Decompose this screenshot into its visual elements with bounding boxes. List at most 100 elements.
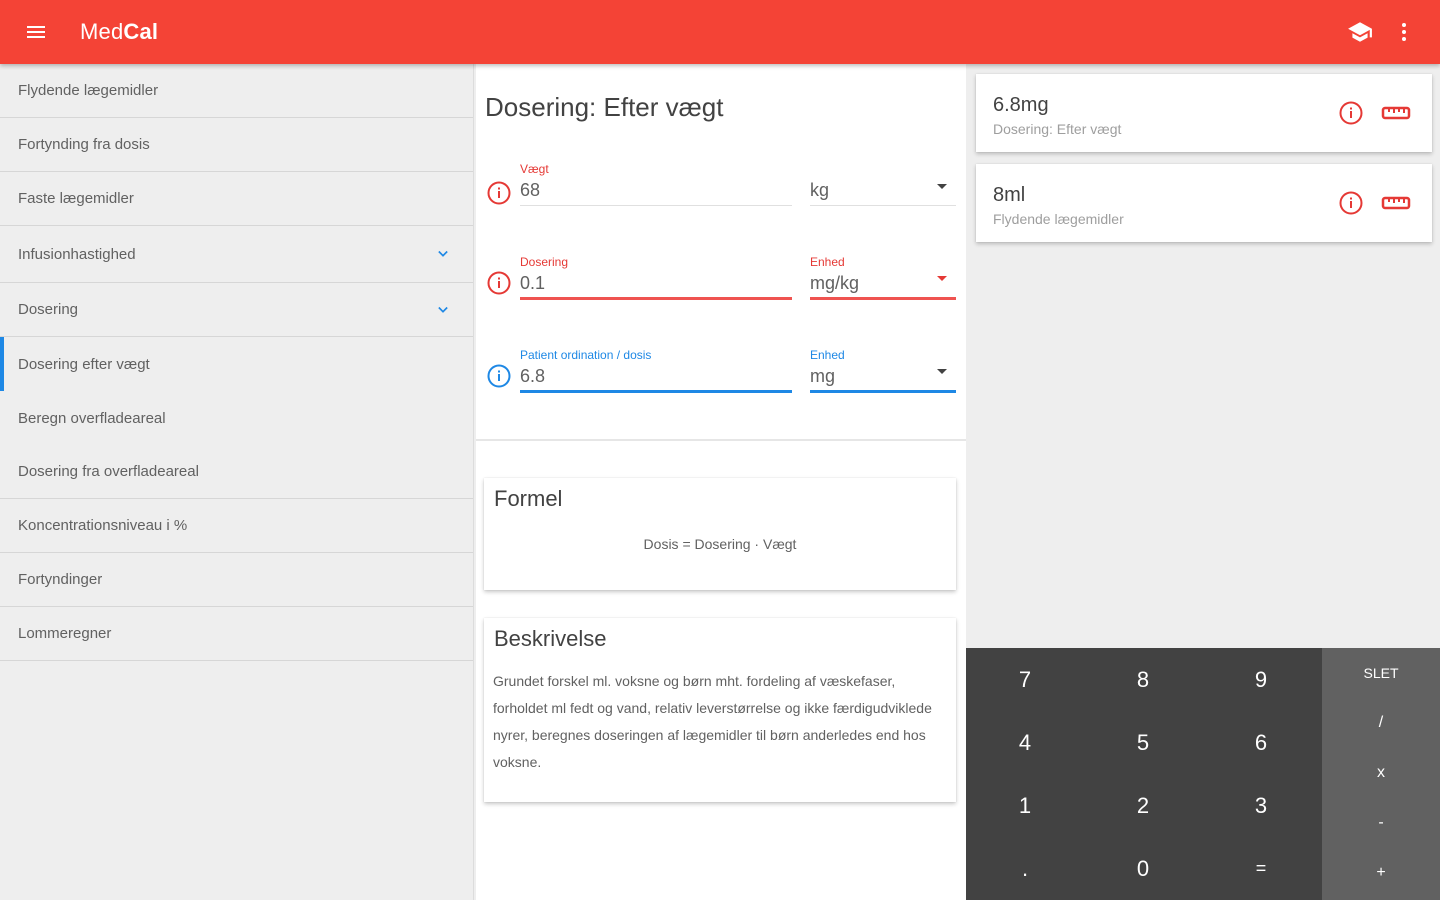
key-0[interactable]: 0 xyxy=(1084,837,1202,900)
sidebar-item-flydende-laegemidler[interactable]: Flydende lægemidler xyxy=(0,64,473,118)
result-unit-label: Enhed xyxy=(810,348,845,362)
key-9[interactable]: 9 xyxy=(1202,648,1320,711)
info-icon[interactable] xyxy=(486,270,512,296)
school-button[interactable] xyxy=(1338,10,1382,54)
ruler-icon[interactable] xyxy=(1381,194,1411,212)
key-equals[interactable]: = xyxy=(1202,837,1320,900)
keypad: 7 8 9 4 5 6 1 2 3 . 0 = SLET / x - + xyxy=(966,648,1440,900)
menu-icon xyxy=(27,26,45,38)
info-icon[interactable] xyxy=(1338,100,1364,126)
formula-title: Formel xyxy=(494,486,563,511)
info-icon[interactable] xyxy=(486,180,512,206)
result-subtitle: Dosering: Efter vægt xyxy=(993,121,1122,137)
key-2[interactable]: 2 xyxy=(1084,774,1202,837)
sidebar-item-label: Faste lægemidler xyxy=(18,190,134,207)
dosage-input[interactable]: 0.1 xyxy=(520,273,545,294)
sidebar-item-beregn-overfladeareal[interactable]: Beregn overfladeareal xyxy=(0,391,473,445)
result-card[interactable]: 6.8mg Dosering: Efter vægt xyxy=(976,74,1432,152)
app-title-bold: Cal xyxy=(123,19,159,44)
dropdown-arrow-icon[interactable] xyxy=(937,276,947,281)
sidebar-item-lommeregner[interactable]: Lommeregner xyxy=(0,607,473,661)
result-underline xyxy=(520,390,792,393)
description-title: Beskrivelse xyxy=(494,626,607,651)
dosage-unit-label: Enhed xyxy=(810,255,845,269)
dosage-unit-underline xyxy=(810,297,956,300)
key-6[interactable]: 6 xyxy=(1202,711,1320,774)
sidebar-item-koncentrationsniveau[interactable]: Koncentrationsniveau i % xyxy=(0,499,473,553)
sidebar-item-faste-laegemidler[interactable]: Faste lægemidler xyxy=(0,172,473,226)
sidebar-item-infusionhastighed[interactable]: Infusionhastighed xyxy=(0,226,473,283)
multiply-key[interactable]: x xyxy=(1322,748,1440,798)
sidebar-item-label: Fortynding fra dosis xyxy=(18,136,150,153)
sidebar-item-dosering-efter-vaegt[interactable]: Dosering efter vægt xyxy=(0,337,473,391)
description-card: Beskrivelse Grundet forskel ml. voksne o… xyxy=(484,618,956,802)
dosage-unit-select[interactable]: mg/kg xyxy=(810,273,859,294)
result-value: 6.8mg xyxy=(993,94,1049,116)
sidebar-item-label: Beregn overfladeareal xyxy=(18,409,166,427)
dosage-label: Dosering xyxy=(520,255,569,269)
key-3[interactable]: 3 xyxy=(1202,774,1320,837)
key-decimal[interactable]: . xyxy=(966,837,1084,900)
app-title: MedCal xyxy=(80,19,158,45)
key-7[interactable]: 7 xyxy=(966,648,1084,711)
menu-button[interactable] xyxy=(0,0,72,64)
chevron-down-icon xyxy=(438,250,448,257)
key-1[interactable]: 1 xyxy=(966,774,1084,837)
result-unit-select[interactable]: mg xyxy=(810,366,835,387)
sidebar-item-label: Infusionhastighed xyxy=(18,245,136,263)
info-icon[interactable] xyxy=(1338,190,1364,216)
weight-field-row: Vægt 68 kg xyxy=(484,158,956,218)
result-label: Patient ordination / dosis xyxy=(520,348,652,362)
sidebar-item-label: Flydende lægemidler xyxy=(18,82,159,99)
key-8[interactable]: 8 xyxy=(1084,648,1202,711)
chevron-down-icon xyxy=(438,306,448,313)
sidebar-item-dosering[interactable]: Dosering xyxy=(0,283,473,337)
formula-expression: Dosis = Dosering · Vægt xyxy=(643,536,797,552)
add-key[interactable]: + xyxy=(1322,848,1440,898)
page-title: Dosering: Efter vægt xyxy=(485,92,724,122)
divider xyxy=(476,439,966,441)
more-options-button[interactable] xyxy=(1382,10,1426,54)
sidebar-item-label: Dosering xyxy=(18,301,79,318)
info-icon[interactable] xyxy=(486,363,512,389)
sidebar-item-label: Lommeregner xyxy=(18,625,112,642)
weight-label: Vægt xyxy=(520,162,549,176)
result-unit-underline xyxy=(810,390,956,393)
delete-key[interactable]: SLET xyxy=(1322,648,1440,698)
formula-card: Formel Dosis = Dosering · Vægt xyxy=(484,478,956,590)
sidebar-item-fortynding-fra-dosis[interactable]: Fortynding fra dosis xyxy=(0,118,473,172)
result-subtitle: Flydende lægemidler xyxy=(993,211,1124,227)
description-text: Grundet forskel ml. voksne og børn mht. … xyxy=(493,673,932,770)
result-input[interactable]: 6.8 xyxy=(520,366,545,387)
school-icon xyxy=(1348,22,1372,42)
app-bar: MedCal xyxy=(0,0,1440,64)
sidebar-nav: Flydende lægemidler Fortynding fra dosis… xyxy=(0,64,474,900)
divide-key[interactable]: / xyxy=(1322,698,1440,748)
key-5[interactable]: 5 xyxy=(1084,711,1202,774)
sidebar-item-label: Koncentrationsniveau i % xyxy=(18,517,188,534)
key-4[interactable]: 4 xyxy=(966,711,1084,774)
weight-unit-select[interactable]: kg xyxy=(810,180,829,201)
sidebar-item-fortyndinger[interactable]: Fortyndinger xyxy=(0,553,473,607)
dropdown-arrow-icon[interactable] xyxy=(937,369,947,374)
subtract-key[interactable]: - xyxy=(1322,798,1440,848)
dosage-underline xyxy=(520,297,792,300)
results-panel: 6.8mg Dosering: Efter vægt 8ml Flydende … xyxy=(966,64,1440,648)
dosage-field-row: Dosering 0.1 Enhed mg/kg xyxy=(484,252,956,312)
result-field-row: Patient ordination / dosis 6.8 Enhed mg xyxy=(484,345,956,405)
sidebar-item-label: Dosering efter vægt xyxy=(18,355,150,373)
sidebar-item-dosering-fra-overfladeareal[interactable]: Dosering fra overfladeareal xyxy=(0,445,473,499)
operator-column: SLET / x - + xyxy=(1322,648,1440,900)
weight-unit-underline xyxy=(810,205,956,206)
ruler-icon[interactable] xyxy=(1381,104,1411,122)
app-title-light: Med xyxy=(80,19,124,44)
weight-underline xyxy=(520,205,792,206)
sidebar-item-label: Dosering fra overfladeareal xyxy=(18,463,199,480)
calculator-panel: Dosering: Efter vægt Vægt 68 kg Dosering… xyxy=(476,64,966,900)
dropdown-arrow-icon[interactable] xyxy=(937,184,947,189)
weight-input[interactable]: 68 xyxy=(520,180,540,201)
more-vert-icon xyxy=(1402,23,1406,41)
result-card[interactable]: 8ml Flydende lægemidler xyxy=(976,164,1432,242)
sidebar-item-label: Fortyndinger xyxy=(18,571,103,588)
result-value: 8ml xyxy=(993,184,1026,206)
